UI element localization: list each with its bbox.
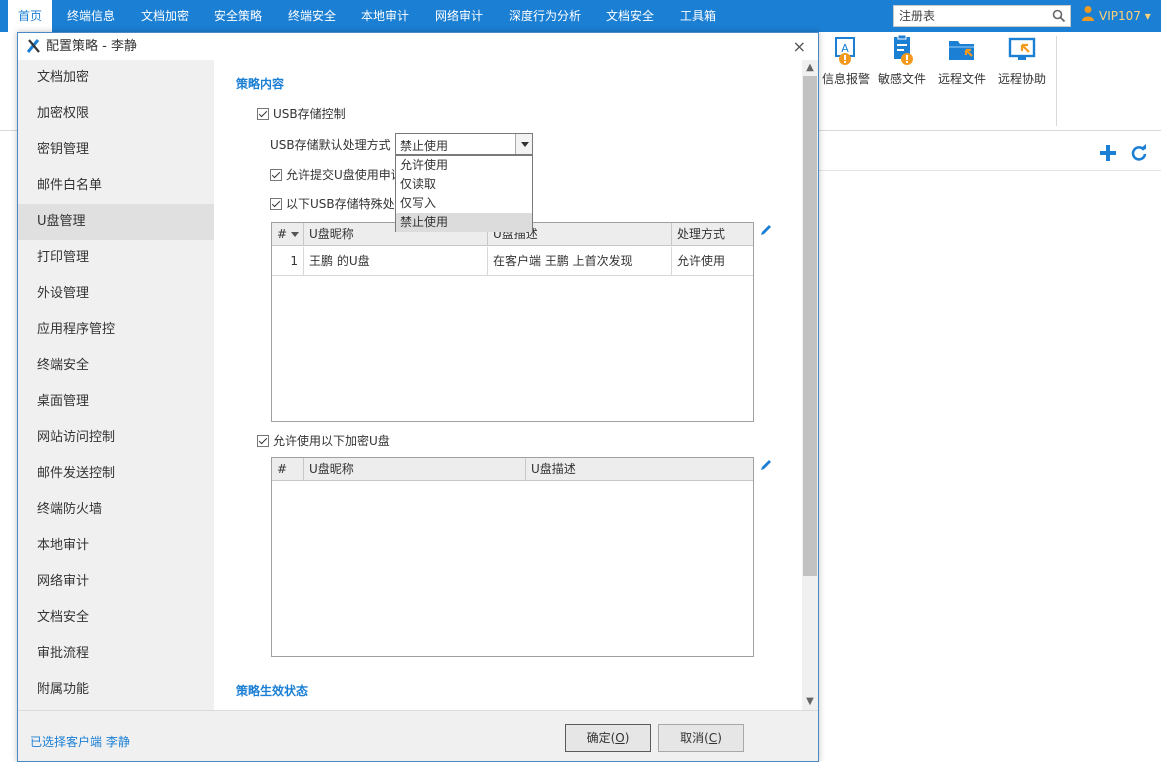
cell-usb-name: 王鹏 的U盘 (304, 247, 488, 276)
dropdown-option-read-only[interactable]: 仅读取 (396, 175, 532, 194)
refresh-icon[interactable] (1130, 144, 1148, 165)
default-action-select[interactable]: 禁止使用 (395, 133, 533, 155)
sidebar-item-auxiliary[interactable]: 附属功能 (18, 672, 214, 708)
sidebar-item-mail-send-control[interactable]: 邮件发送控制 (18, 456, 214, 492)
section-title-policy-status: 策略生效状态 (236, 684, 309, 698)
app-logo-icon (26, 39, 42, 56)
column-header-usb-name[interactable]: U盘昵称 (304, 458, 526, 481)
dialog-title-bar[interactable]: 配置策略 - 李静 × (18, 33, 818, 60)
special-handling-checkbox[interactable]: 以下USB存储特殊处理 (270, 195, 407, 212)
sidebar-item-local-audit[interactable]: 本地审计 (18, 528, 214, 564)
table-row[interactable]: 1 王鹏 的U盘 在客户端 王鹏 上首次发现 允许使用 (272, 247, 753, 276)
nav-tab-deep-behavior[interactable]: 深度行为分析 (509, 0, 581, 32)
edit-pencil-icon[interactable] (759, 458, 773, 475)
sidebar-item-doc-encryption[interactable]: 文档加密 (18, 60, 214, 96)
nav-tab-home[interactable]: 首页 (8, 0, 52, 32)
encrypted-usb-checkbox[interactable]: 允许使用以下加密U盘 (257, 432, 390, 449)
user-menu[interactable]: VIP107 ▾ (1081, 0, 1151, 32)
search-box (893, 5, 1071, 27)
sidebar-item-mail-whitelist[interactable]: 邮件白名单 (18, 168, 214, 204)
dropdown-option-write-only[interactable]: 仅写入 (396, 194, 532, 213)
nav-tab-doc-security[interactable]: 文档安全 (606, 0, 654, 32)
remote-assist-icon (1008, 37, 1036, 60)
remote-file-button[interactable]: 远程文件 (931, 35, 993, 87)
nav-tab-security-policy[interactable]: 安全策略 (214, 0, 262, 32)
add-icon[interactable] (1099, 144, 1117, 165)
user-avatar-icon (1081, 1, 1095, 33)
user-name: VIP107 (1099, 9, 1141, 23)
checkbox-checked-icon (257, 108, 269, 120)
sidebar-item-peripheral-management[interactable]: 外设管理 (18, 276, 214, 312)
allow-request-checkbox[interactable]: 允许提交U盘使用申请 (270, 166, 403, 183)
chevron-down-icon: ▾ (1144, 9, 1151, 23)
config-policy-dialog: 配置策略 - 李静 × 文档加密 加密权限 密钥管理 邮件白名单 U盘管理 打印… (17, 32, 819, 762)
sidebar-item-key-management[interactable]: 密钥管理 (18, 132, 214, 168)
sidebar-item-desktop-management[interactable]: 桌面管理 (18, 384, 214, 420)
default-action-dropdown: 允许使用 仅读取 仅写入 禁止使用 (395, 155, 533, 232)
table-header: # U盘昵称 U盘描述 (272, 458, 753, 481)
chevron-down-icon[interactable] (515, 134, 532, 154)
usb-special-table: # U盘昵称 U盘描述 处理方式 1 王鹏 的U盘 在客户端 王鹏 上首次发现 … (271, 222, 754, 422)
dropdown-option-forbid[interactable]: 禁止使用 (396, 213, 532, 232)
section-title-policy-content: 策略内容 (236, 77, 285, 91)
sidebar-item-terminal-security[interactable]: 终端安全 (18, 348, 214, 384)
nav-tab-local-audit[interactable]: 本地审计 (361, 0, 409, 32)
scrollbar-thumb[interactable] (803, 76, 817, 576)
sidebar-item-terminal-firewall[interactable]: 终端防火墙 (18, 492, 214, 528)
sidebar-item-website-access[interactable]: 网站访问控制 (18, 420, 214, 456)
column-header-index[interactable]: # (272, 223, 304, 246)
dropdown-option-allow[interactable]: 允许使用 (396, 156, 532, 175)
usb-control-checkbox[interactable]: USB存储控制 (257, 105, 346, 122)
column-header-index[interactable]: # (272, 458, 304, 481)
toolbar: A 信息报警 敏感文件 远程文件 远程协助 (819, 32, 1161, 128)
sidebar-item-app-control[interactable]: 应用程序管控 (18, 312, 214, 348)
scroll-down-icon[interactable]: ▼ (802, 694, 818, 710)
dialog-footer: 已选择客户端 李静 确定(O) 取消(C) (18, 710, 818, 761)
cell-usb-desc: 在客户端 王鹏 上首次发现 (488, 247, 672, 276)
search-input[interactable] (894, 6, 1044, 26)
ok-button[interactable]: 确定(O) (565, 724, 651, 752)
checkbox-checked-icon (270, 198, 282, 210)
sort-caret-icon (291, 232, 300, 237)
edit-pencil-icon[interactable] (759, 223, 773, 240)
column-header-usb-desc[interactable]: U盘描述 (526, 458, 753, 481)
toolbar-separator (1056, 36, 1057, 126)
scroll-up-icon[interactable]: ▲ (802, 60, 818, 76)
default-action-label: USB存储默认处理方式 (270, 138, 391, 152)
column-header-action[interactable]: 处理方式 (672, 223, 753, 246)
sensitive-file-button[interactable]: 敏感文件 (871, 35, 933, 87)
nav-tab-terminal-info[interactable]: 终端信息 (67, 0, 115, 32)
sidebar-item-doc-security[interactable]: 文档安全 (18, 600, 214, 636)
nav-tab-toolbox[interactable]: 工具箱 (680, 0, 716, 32)
nav-tab-terminal-security[interactable]: 终端安全 (288, 0, 336, 32)
alert-message-button[interactable]: A 信息报警 (815, 35, 877, 87)
policy-category-sidebar: 文档加密 加密权限 密钥管理 邮件白名单 U盘管理 打印管理 外设管理 应用程序… (18, 60, 214, 710)
sidebar-item-network-audit[interactable]: 网络审计 (18, 564, 214, 600)
dialog-title: 配置策略 - 李静 (46, 39, 137, 54)
selected-client-status: 已选择客户端 李静 (30, 735, 130, 749)
remote-assist-button[interactable]: 远程协助 (991, 35, 1053, 87)
cancel-button[interactable]: 取消(C) (658, 724, 744, 752)
sensitive-file-icon (894, 35, 913, 65)
sidebar-item-approval-flow[interactable]: 审批流程 (18, 636, 214, 672)
checkbox-checked-icon (257, 435, 269, 447)
nav-tab-network-audit[interactable]: 网络审计 (435, 0, 483, 32)
search-icon[interactable] (1052, 9, 1066, 26)
sidebar-item-usb-management[interactable]: U盘管理 (18, 204, 214, 240)
remote-file-icon (949, 41, 974, 60)
checkbox-checked-icon (270, 169, 282, 181)
alert-message-icon: A (835, 37, 855, 65)
sidebar-item-encryption-permission[interactable]: 加密权限 (18, 96, 214, 132)
cell-index: 1 (272, 247, 304, 276)
list-header-divider (819, 170, 1161, 171)
content-scrollbar[interactable]: ▲ ▼ (802, 60, 818, 710)
sidebar-item-print-management[interactable]: 打印管理 (18, 240, 214, 276)
cell-action: 允许使用 (677, 254, 726, 268)
nav-tab-doc-encryption[interactable]: 文档加密 (141, 0, 189, 32)
encrypted-usb-table: # U盘昵称 U盘描述 (271, 457, 754, 657)
close-icon[interactable]: × (793, 37, 806, 56)
top-nav-bar: 首页 终端信息 文档加密 安全策略 终端安全 本地审计 网络审计 深度行为分析 … (0, 0, 1161, 32)
